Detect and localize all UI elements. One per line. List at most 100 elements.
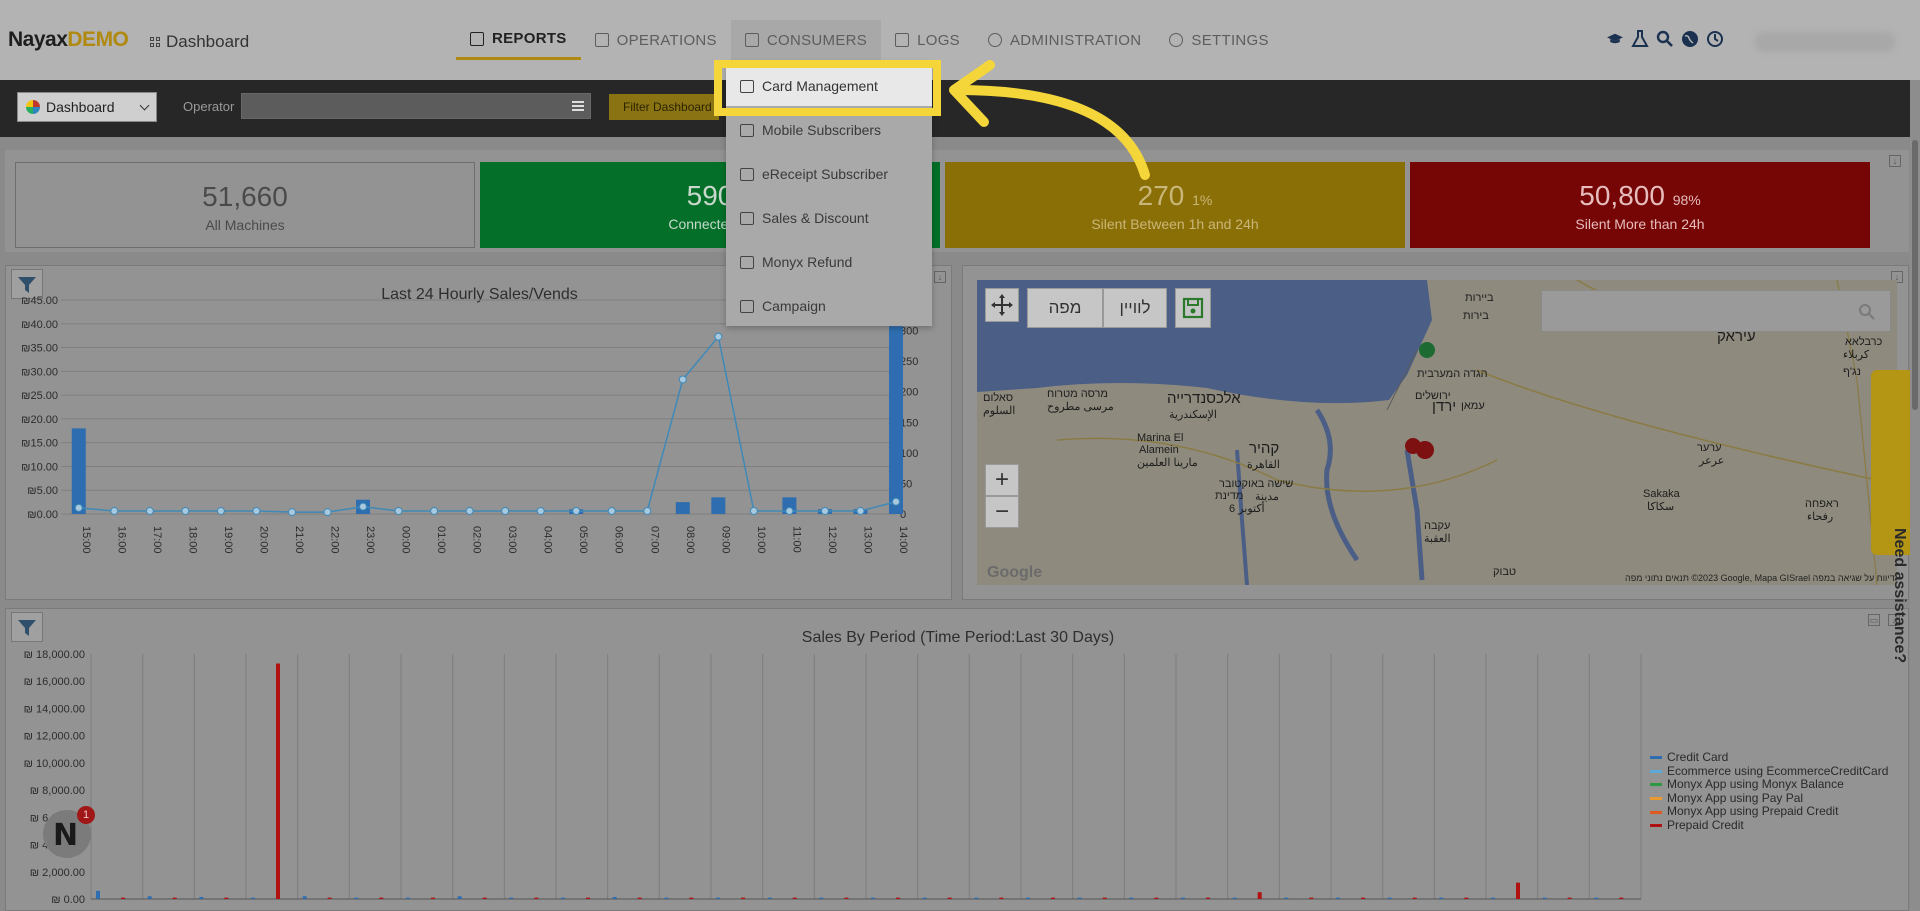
kpi-all-machines[interactable]: 51,660 All Machines [15, 162, 475, 248]
legend-item[interactable]: Credit Card [1650, 750, 1888, 765]
x-tick-label: 02:00 [471, 526, 483, 554]
map-place-label: עיראק [1717, 328, 1756, 345]
flask-icon[interactable] [1631, 30, 1649, 48]
kpi-label: Silent More than 24h [1575, 216, 1705, 232]
legend-label: Monyx App using Prepaid Credit [1667, 804, 1839, 819]
menu-item-sales-discount[interactable]: Sales & Discount [726, 198, 932, 238]
x-tick-label: 10:00 [755, 526, 767, 554]
x-tick-label: 11:00 [790, 526, 802, 553]
map-place-label: אלכסנדרייה [1167, 390, 1241, 407]
kpi-label: All Machines [205, 217, 285, 233]
menu-item-label: Mobile Subscribers [762, 122, 882, 138]
y-left-tick-label: ₪0.00 [27, 509, 58, 521]
map-place-label: מדינת [1215, 490, 1244, 502]
legend-item[interactable]: Prepaid Credit [1650, 818, 1888, 833]
legend-item[interactable]: Monyx App using Pay Pal [1650, 791, 1888, 806]
page-title: Dashboard [150, 32, 249, 52]
legend-item[interactable]: Monyx App using Prepaid Credit [1650, 805, 1888, 819]
y-left-tick-label: ₪30.00 [21, 366, 58, 378]
pie-chart-icon [26, 100, 40, 114]
highlight-box [714, 60, 941, 116]
machines-map[interactable]: מפה לוויין + − ביירות בירות הגדה המערבית יר… [977, 280, 1897, 585]
period-bar [224, 897, 229, 899]
nav-settings[interactable]: SETTINGS [1155, 20, 1282, 60]
period-bar [844, 897, 849, 899]
globe-icon[interactable] [1681, 30, 1699, 48]
reports-icon [470, 31, 484, 46]
kpi-percent: 1% [1192, 192, 1213, 208]
list-icon[interactable] [572, 101, 584, 111]
zoom-in-button[interactable]: + [985, 464, 1019, 496]
period-bar [947, 897, 952, 899]
operator-input[interactable] [241, 93, 591, 119]
save-map-button[interactable] [1175, 288, 1211, 328]
collapse-icon[interactable]: ↓ [934, 271, 946, 283]
clock-icon[interactable] [1706, 30, 1724, 48]
x-tick-label: 09:00 [719, 526, 731, 554]
page-scrollbar[interactable] [1910, 80, 1920, 911]
menu-item-campaign[interactable]: Campaign [726, 286, 932, 326]
menu-item-mobile-subscribers[interactable]: Mobile Subscribers [726, 110, 932, 150]
menu-item-ereceipt-subscriber[interactable]: eReceipt Subscriber [726, 154, 932, 194]
nayax-assistant-badge[interactable]: N 1 [43, 806, 95, 858]
map-search-box[interactable] [1541, 290, 1891, 332]
menu-item-monyx-refund[interactable]: Monyx Refund [726, 242, 932, 282]
period-bar [354, 897, 359, 899]
collapse-icon[interactable]: ↓ [1889, 155, 1901, 167]
y-tick-label: ₪ 14,000.00 [24, 703, 85, 715]
header-tools [1606, 30, 1724, 48]
vends-point [749, 506, 758, 515]
kpi-silent-24h[interactable]: 50,800 98% Silent More than 24h [1410, 162, 1870, 248]
map-place-label: סאלום [983, 392, 1014, 404]
y-left-tick-label: ₪25.00 [21, 390, 58, 402]
nav-reports[interactable]: REPORTS [456, 20, 581, 60]
period-bar [1206, 897, 1210, 899]
map-attribution[interactable]: תנאים נתוני מפה ‎©2023 Google, Mapa GISr… [1625, 573, 1897, 585]
filter-dashboard-button[interactable]: Filter Dashboard [609, 94, 719, 120]
nav-label: OPERATIONS [616, 31, 717, 49]
legend-item[interactable]: Monyx App using Monyx Balance [1650, 778, 1888, 792]
graduation-cap-icon[interactable] [1606, 30, 1624, 48]
map-place-label: ערער [1697, 442, 1722, 454]
main-nav: REPORTS OPERATIONS CONSUMERS LOGS ADMINI… [456, 20, 1283, 60]
move-map-button[interactable] [985, 288, 1019, 322]
period-bar [716, 897, 720, 899]
y-tick-label: ₪ 18,000.00 [24, 649, 85, 661]
kpi-value: 270 1% [945, 180, 1405, 212]
vends-point [287, 508, 296, 517]
search-icon[interactable] [1656, 30, 1674, 48]
user-menu[interactable] [1755, 32, 1895, 52]
y-left-tick-label: ₪10.00 [21, 461, 58, 473]
map-layer-button[interactable]: מפה [1027, 288, 1103, 328]
vends-point [110, 506, 119, 515]
nav-consumers[interactable]: CONSUMERS [730, 20, 882, 60]
vends-point [820, 506, 829, 515]
period-bar [147, 896, 152, 899]
period-bar [664, 897, 669, 899]
y-tick-label: ₪ 10,000.00 [24, 758, 85, 770]
map-place-label: عرعر [1699, 455, 1725, 467]
period-bar [1594, 897, 1599, 899]
dashboard-select[interactable]: Dashboard [17, 92, 157, 122]
period-bar [1077, 897, 1082, 899]
zoom-out-button[interactable]: − [985, 496, 1019, 528]
vends-line [78, 335, 897, 513]
vends-point [536, 506, 545, 515]
period-bar [1491, 897, 1495, 899]
legend-label: Monyx App using Monyx Balance [1667, 777, 1844, 792]
expand-icon[interactable]: ▭ [1868, 614, 1880, 626]
nav-administration[interactable]: ADMINISTRATION [974, 20, 1155, 60]
nav-operations[interactable]: OPERATIONS [581, 20, 731, 60]
period-bar [1102, 897, 1107, 899]
map-place-label: مارينا العلمين [1137, 457, 1198, 469]
nayax-logo[interactable]: NayaxDEMO [8, 28, 129, 52]
nav-logs[interactable]: LOGS [881, 20, 974, 60]
period-bar [534, 897, 539, 899]
satellite-layer-button[interactable]: לוויין [1103, 288, 1167, 328]
legend-item[interactable]: Ecommerce using EcommerceCreditCard [1650, 764, 1888, 779]
mobile-subscriber-icon [740, 123, 754, 137]
period-bar [1464, 897, 1469, 899]
period-bar [1181, 897, 1185, 899]
refund-icon [740, 255, 754, 269]
discount-icon [740, 211, 754, 225]
